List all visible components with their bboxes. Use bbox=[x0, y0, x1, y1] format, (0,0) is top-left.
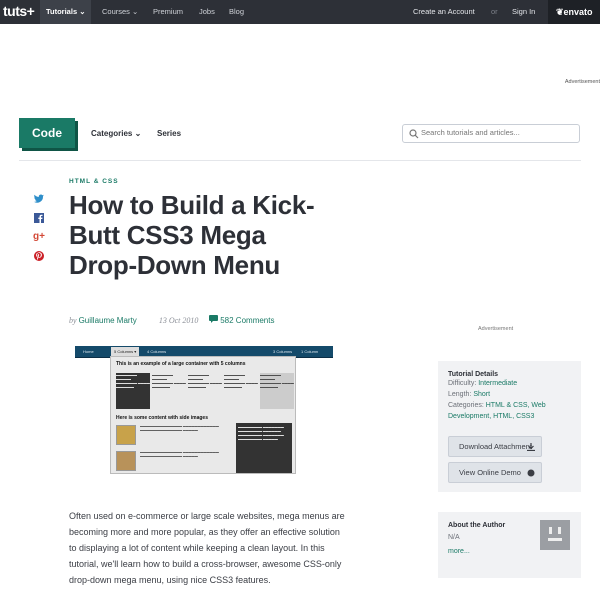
preview-column: ▬▬▬▬▬▬▬ ▬▬▬▬▬ ▬▬▬▬▬▬▬ ▬▬▬▬ ▬▬▬▬▬▬ bbox=[260, 373, 294, 409]
preview-column: ▬▬▬▬▬▬▬ ▬▬▬▬▬ ▬▬▬▬▬▬▬ ▬▬▬▬ ▬▬▬▬▬▬ bbox=[152, 373, 186, 389]
preview-tab: Home bbox=[83, 349, 94, 354]
preview-dropdown: This is an example of a large container … bbox=[110, 356, 296, 474]
article-intro: Often used on e-commerce or large scale … bbox=[69, 511, 345, 585]
google-plus-icon[interactable]: g+ bbox=[33, 231, 45, 243]
preview-text: ▬▬▬▬▬▬▬▬▬▬▬▬▬▬ ▬▬▬▬▬▬▬▬▬▬▬▬ ▬▬▬▬▬▬▬▬▬▬▬▬… bbox=[140, 450, 219, 458]
pinterest-icon[interactable] bbox=[33, 250, 45, 262]
globe-icon bbox=[527, 469, 535, 477]
top-navigation-bar: tuts+ Tutorials ⌄ Courses ⌄ Premium Jobs… bbox=[0, 0, 600, 24]
advertisement-label-mid: Advertisement bbox=[478, 326, 514, 332]
or-text: or bbox=[491, 7, 498, 16]
preview-tab: 1 Column bbox=[301, 349, 319, 354]
preview-column: ▬▬▬▬▬▬▬ ▬▬▬▬▬ ▬▬▬▬▬▬▬ ▬▬▬▬ ▬▬▬▬▬▬ bbox=[188, 373, 222, 389]
preview-row: ▬▬▬▬▬▬▬▬▬▬▬▬▬▬ ▬▬▬▬▬▬▬▬▬▬▬▬ ▬▬▬▬▬▬▬▬▬▬▬▬… bbox=[116, 423, 292, 473]
download-attachment-button[interactable]: Download Attachment bbox=[448, 436, 542, 457]
comment-icon bbox=[209, 315, 218, 323]
article-category[interactable]: HTML & CSS bbox=[69, 178, 119, 185]
publish-date: 13 Oct 2010 bbox=[158, 316, 199, 325]
about-author-box: About the Author N/A more... bbox=[438, 512, 581, 578]
difficulty-value[interactable]: Intermediate bbox=[478, 380, 517, 387]
nav-jobs[interactable]: Jobs bbox=[199, 0, 215, 24]
search-icon bbox=[409, 129, 419, 139]
tutorial-preview-image: Home 5 Columns ▾ 4 Columns 3 Columns 1 C… bbox=[75, 346, 333, 474]
search-input[interactable] bbox=[421, 128, 571, 137]
preview-heading: This is an example of a large container … bbox=[116, 361, 246, 367]
preview-thumbnail bbox=[116, 425, 136, 445]
categories-dropdown[interactable]: Categories ⌄ bbox=[91, 129, 141, 138]
avatar[interactable] bbox=[540, 520, 570, 550]
length-value[interactable]: Short bbox=[473, 391, 490, 398]
sign-in-link[interactable]: Sign In bbox=[512, 0, 535, 24]
tutorial-details-box: Tutorial Details Difficulty: Intermediat… bbox=[438, 361, 581, 492]
twitter-icon[interactable] bbox=[33, 193, 45, 205]
view-online-demo-button[interactable]: View Online Demo bbox=[448, 462, 542, 483]
create-account-link[interactable]: Create an Account bbox=[413, 0, 475, 24]
code-section-tab[interactable]: Code bbox=[19, 118, 75, 148]
author-link[interactable]: Guillaume Marty bbox=[79, 316, 137, 325]
search-field[interactable] bbox=[402, 124, 580, 143]
preview-column: ▬▬▬▬▬▬▬ ▬▬▬▬▬ ▬▬▬▬▬▬▬ ▬▬▬▬ ▬▬▬▬▬▬ bbox=[224, 373, 258, 389]
nav-tutorials[interactable]: Tutorials ⌄ bbox=[40, 0, 92, 24]
categories-line: Categories: HTML & CSS, Web Development,… bbox=[448, 402, 546, 420]
nav-premium[interactable]: Premium bbox=[153, 0, 183, 24]
envato-leaf-icon: ❦ bbox=[556, 7, 564, 17]
preview-text: ▬▬▬▬▬▬▬▬▬▬▬▬▬▬ ▬▬▬▬▬▬▬▬▬▬▬▬ ▬▬▬▬▬▬▬▬▬▬▬▬… bbox=[140, 424, 219, 432]
header-divider bbox=[19, 160, 581, 161]
series-link[interactable]: Series bbox=[157, 129, 181, 138]
preview-thumbnail bbox=[116, 451, 136, 471]
nav-blog[interactable]: Blog bbox=[229, 0, 244, 24]
preview-column: ▬▬▬▬▬▬▬ ▬▬▬▬▬ ▬▬▬▬▬▬▬ ▬▬▬▬ ▬▬▬▬▬▬ bbox=[116, 373, 150, 409]
by-text: by bbox=[69, 316, 77, 325]
length-line: Length: Short bbox=[448, 391, 491, 398]
byline: by Guillaume Marty 13 Oct 2010 bbox=[69, 316, 198, 325]
facebook-icon[interactable] bbox=[33, 212, 45, 224]
tutorial-details-title: Tutorial Details bbox=[448, 371, 499, 378]
advertisement-label-top: Advertisement bbox=[564, 79, 600, 85]
nav-courses[interactable]: Courses ⌄ bbox=[102, 0, 138, 24]
tuts-logo[interactable]: tuts+ bbox=[3, 3, 35, 19]
envato-logo[interactable]: ❦envato bbox=[548, 0, 600, 24]
preview-row: ▬▬▬▬▬▬▬▬▬▬▬▬▬▬ ▬▬▬▬▬▬▬▬▬▬▬▬ ▬▬▬▬▬▬▬▬▬▬▬▬… bbox=[116, 449, 292, 475]
comments-link[interactable]: 582 Comments bbox=[209, 315, 274, 325]
preview-heading: Here is some content with side images bbox=[116, 415, 208, 421]
difficulty-line: Difficulty: Intermediate bbox=[448, 380, 518, 387]
download-icon bbox=[527, 443, 535, 451]
default-avatar-icon bbox=[548, 527, 562, 541]
section-header: Code Categories ⌄ Series bbox=[0, 118, 600, 150]
article-title: How to Build a Kick-Butt CSS3 Mega Drop-… bbox=[69, 190, 315, 280]
